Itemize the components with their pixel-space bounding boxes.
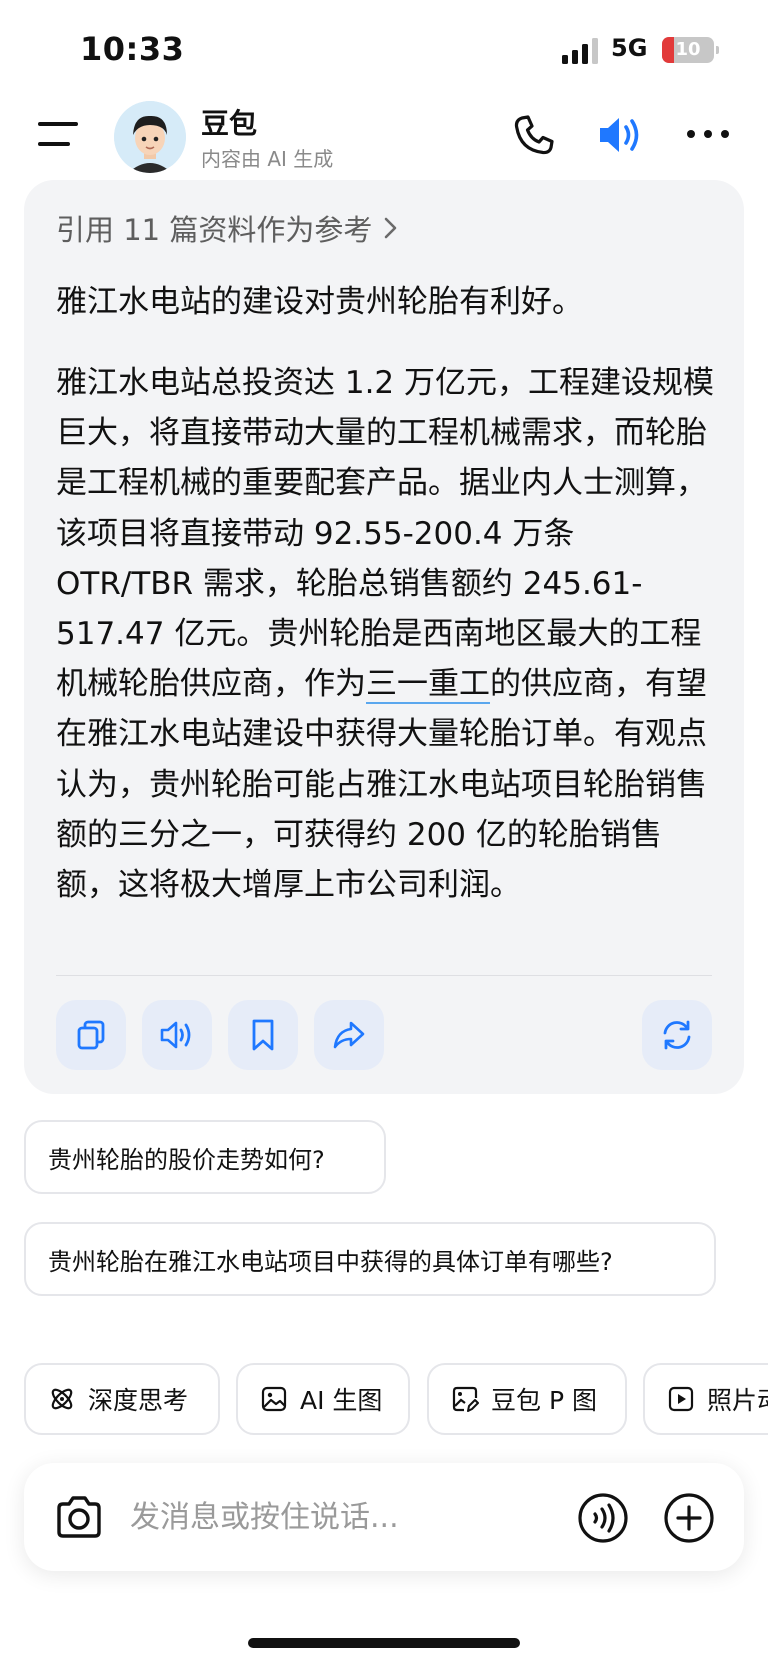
camera-icon[interactable]: [55, 1494, 103, 1540]
copy-button[interactable]: [56, 1000, 126, 1070]
share-button[interactable]: [314, 1000, 384, 1070]
battery-icon: 10: [662, 37, 719, 63]
answer-body: 雅江水电站总投资达 1.2 万亿元，工程建设规模巨大，将直接带动大量的工程机械需…: [56, 358, 716, 910]
answer-text: 雅江水电站总投资达 1.2 万亿元，工程建设规模巨大，将直接带动大量的工程机械需…: [56, 365, 715, 703]
image-edit-icon: [452, 1386, 479, 1412]
tool-label: AI 生图: [300, 1386, 383, 1415]
play-icon: [668, 1386, 694, 1412]
tool-label: 豆包 P 图: [491, 1386, 597, 1415]
photo-edit-button[interactable]: 豆包 P 图: [427, 1363, 627, 1435]
message-input[interactable]: [130, 1495, 550, 1539]
ai-image-button[interactable]: AI 生图: [236, 1363, 410, 1435]
divider: [56, 975, 712, 976]
speaker-icon[interactable]: [597, 113, 647, 157]
company-link[interactable]: 三一重工: [366, 666, 490, 705]
cellular-signal-icon: [562, 38, 598, 64]
references-link[interactable]: 引用 11 篇资料作为参考: [56, 207, 400, 249]
add-icon[interactable]: [663, 1492, 715, 1544]
references-link-label: 引用 11 篇资料作为参考: [56, 213, 373, 247]
suggestion-label: 贵州轮胎在雅江水电站项目中获得的具体订单有哪些?: [48, 1247, 613, 1276]
refresh-icon: [663, 1020, 691, 1050]
phone-icon[interactable]: [512, 113, 556, 157]
photo-animate-button[interactable]: 照片动: [643, 1363, 768, 1435]
suggestion-chip[interactable]: 贵州轮胎在雅江水电站项目中获得的具体订单有哪些?: [24, 1222, 716, 1296]
suggestion-label: 贵州轮胎的股价走势如何?: [48, 1145, 325, 1174]
status-time: 10:33: [80, 30, 185, 68]
regenerate-button[interactable]: [642, 1000, 712, 1070]
image-icon: [261, 1386, 287, 1412]
tool-label: 照片动: [707, 1386, 768, 1415]
speaker-icon: [160, 1021, 191, 1049]
bookmark-icon: [252, 1019, 274, 1051]
bookmark-button[interactable]: [228, 1000, 298, 1070]
home-indicator[interactable]: [248, 1638, 520, 1648]
bot-name: 豆包: [201, 107, 258, 140]
deep-thinking-button[interactable]: 深度思考: [24, 1363, 220, 1435]
tool-label: 深度思考: [88, 1386, 189, 1415]
network-type: 5G: [611, 34, 648, 62]
ai-generated-notice: 内容由 AI 生成: [201, 147, 334, 171]
copy-icon: [77, 1020, 105, 1050]
voice-input-icon[interactable]: [577, 1492, 629, 1544]
chevron-right-icon: [385, 217, 397, 239]
read-aloud-button[interactable]: [142, 1000, 212, 1070]
answer-lead: 雅江水电站的建设对贵州轮胎有利好。: [56, 284, 583, 320]
suggestion-chip[interactable]: 贵州轮胎的股价走势如何?: [24, 1120, 386, 1194]
share-icon: [333, 1021, 365, 1049]
atom-icon: [51, 1388, 73, 1410]
battery-level: 10: [675, 39, 701, 60]
menu-icon[interactable]: [38, 120, 82, 150]
bot-avatar[interactable]: [114, 101, 186, 173]
more-options-icon[interactable]: [686, 124, 730, 144]
